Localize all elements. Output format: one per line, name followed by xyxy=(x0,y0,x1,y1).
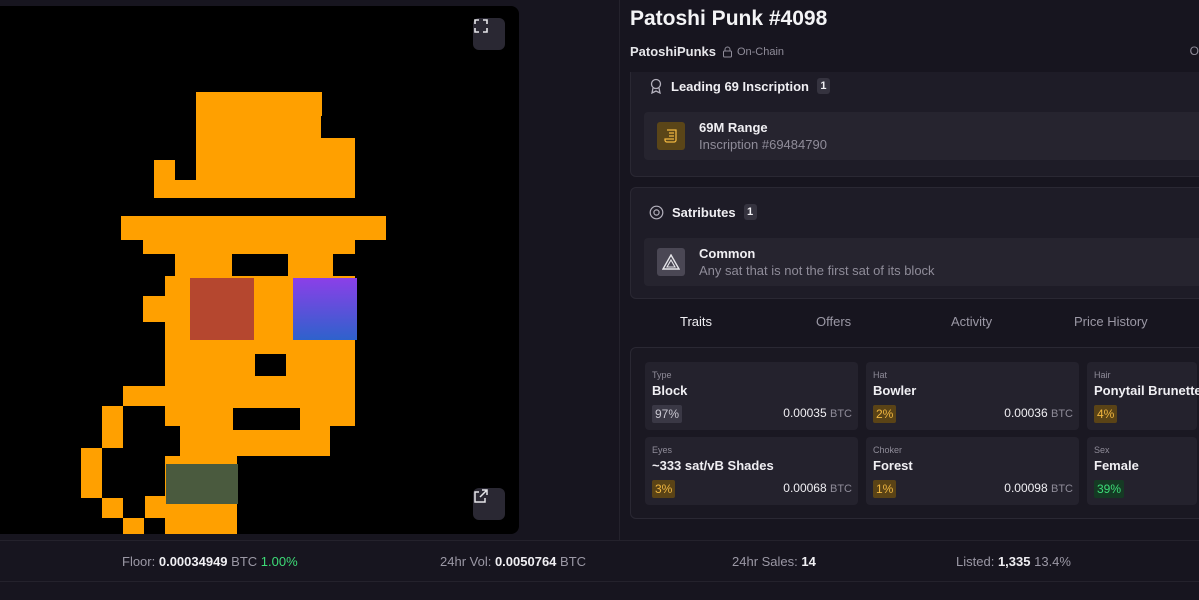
trait-value: Female xyxy=(1094,458,1139,473)
satribute-description: Any sat that is not the first sat of its… xyxy=(699,263,935,278)
onchain-badge: On-Chain xyxy=(722,46,784,58)
inscription-header-label: Leading 69 Inscription xyxy=(671,78,809,94)
trait-floor-price: 0.00068 BTC xyxy=(783,481,852,495)
triangle-icon xyxy=(657,248,685,276)
trait-card[interactable]: Choker Forest 1% 0.00098 BTC xyxy=(866,437,1079,505)
fullscreen-button[interactable] xyxy=(473,18,505,50)
external-link-icon xyxy=(474,489,488,503)
truncated-text: O xyxy=(1189,44,1199,58)
trait-card[interactable]: Sex Female 39% xyxy=(1087,437,1197,505)
trait-rarity: 97% xyxy=(652,405,683,423)
inscription-title: 69M Range xyxy=(699,120,768,135)
floor-stat: Floor: 0.00034949 BTC 1.00% xyxy=(122,554,298,569)
satributes-header: Satributes 1 xyxy=(649,204,757,220)
volume-stat: 24hr Vol: 0.0050764 BTC xyxy=(440,554,587,569)
trait-type: Choker xyxy=(873,445,903,455)
sat-icon xyxy=(649,205,664,219)
count-badge: 1 xyxy=(816,78,830,94)
trait-value: Block xyxy=(652,383,688,398)
tab-activity[interactable]: Activity xyxy=(951,314,992,329)
open-external-button[interactable] xyxy=(473,488,505,520)
page-title: Patoshi Punk #4098 xyxy=(630,7,828,30)
listed-stat: Listed: 1,335 13.4% xyxy=(956,554,1071,569)
trait-card[interactable]: Eyes ~333 sat/vB Shades 3% 0.00068 BTC xyxy=(645,437,858,505)
onchain-label: On-Chain xyxy=(736,45,785,58)
lock-icon xyxy=(722,46,732,57)
item-details-panel: Patoshi Punk #4098 PatoshiPunks On-Chain… xyxy=(619,0,1199,540)
trait-type: Eyes xyxy=(652,445,673,455)
trait-value: Forest xyxy=(873,458,913,473)
trait-type: Hair xyxy=(1094,370,1111,380)
tab-price-history[interactable]: Price History xyxy=(1074,314,1148,329)
collection-row: PatoshiPunks On-Chain xyxy=(630,44,784,59)
trait-floor-price: 0.00035 BTC xyxy=(783,406,852,420)
trait-rarity: 39% xyxy=(1094,480,1125,498)
tab-traits[interactable]: Traits xyxy=(680,314,712,329)
trait-floor-price: 0.00098 BTC xyxy=(1004,481,1073,495)
trait-card[interactable]: Hair Ponytail Brunette 4% xyxy=(1087,362,1199,430)
scroll-icon xyxy=(657,122,685,150)
trait-card[interactable]: Type Block 97% 0.00035 BTC xyxy=(645,362,858,430)
trait-rarity: 4% xyxy=(1094,405,1118,423)
inscription-item[interactable]: 69M Range Inscription #69484790 xyxy=(644,112,1199,160)
sales-stat: 24hr Sales: 14 xyxy=(732,554,816,569)
collection-stats-bar: Floor: 0.00034949 BTC 1.00% 24hr Vol: 0.… xyxy=(0,540,1199,582)
detail-tabs: Traits Offers Activity Price History xyxy=(630,306,1199,338)
trait-rarity: 1% xyxy=(873,480,897,498)
inscription-number: Inscription #69484790 xyxy=(699,137,827,152)
satributes-header-label: Satributes xyxy=(672,204,736,220)
trait-floor-price: 0.00036 BTC xyxy=(1004,406,1073,420)
inscription-header: Leading 69 Inscription 1 xyxy=(649,78,830,94)
satribute-item[interactable]: Common Any sat that is not the first sat… xyxy=(644,238,1199,286)
expand-icon xyxy=(474,19,488,33)
trait-rarity: 2% xyxy=(873,405,897,423)
trait-type: Hat xyxy=(873,370,888,380)
satribute-title: Common xyxy=(699,246,756,261)
count-badge: 1 xyxy=(743,204,757,220)
traits-grid: Type Block 97% 0.00035 BTC Hat Bowler 2%… xyxy=(630,347,1199,519)
trait-rarity: 3% xyxy=(652,480,676,498)
trait-value: Bowler xyxy=(873,383,917,398)
trait-type: Type xyxy=(652,370,672,380)
inscription-card: Leading 69 Inscription 1 69M Range Inscr… xyxy=(630,72,1199,177)
award-icon xyxy=(650,78,662,94)
tab-offers[interactable]: Offers xyxy=(816,314,851,329)
punk-artwork xyxy=(0,6,519,534)
trait-value: Ponytail Brunette xyxy=(1094,383,1199,398)
punk-pixel-art xyxy=(81,92,386,534)
trait-card[interactable]: Hat Bowler 2% 0.00036 BTC xyxy=(866,362,1079,430)
collection-link[interactable]: PatoshiPunks xyxy=(630,44,716,59)
trait-value: ~333 sat/vB Shades xyxy=(652,458,774,473)
satributes-card: Satributes 1 Common Any sat that is not … xyxy=(630,187,1199,299)
trait-type: Sex xyxy=(1094,445,1110,455)
